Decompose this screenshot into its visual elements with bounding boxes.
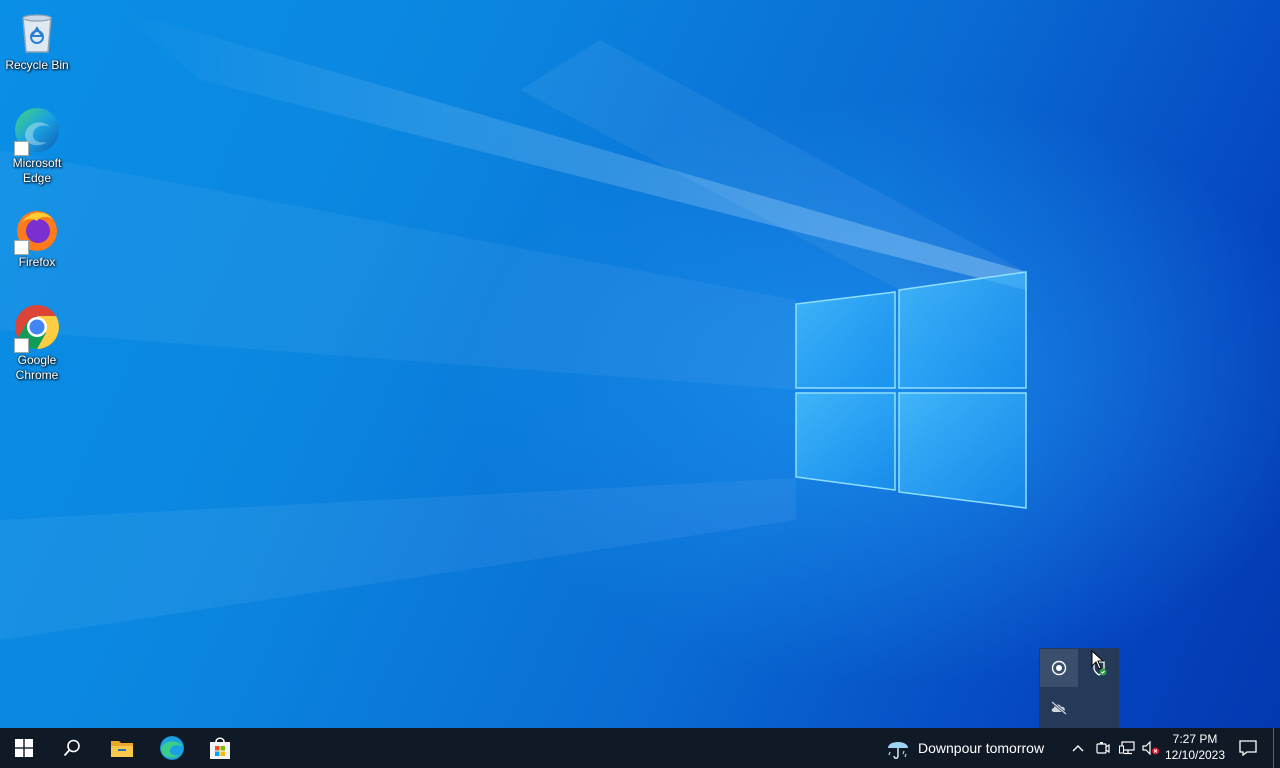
chevron-up-icon bbox=[1072, 745, 1084, 752]
desktop-icon-microsoft-edge[interactable]: Microsoft Edge bbox=[2, 106, 72, 186]
record-icon[interactable] bbox=[1040, 649, 1078, 687]
desktop-background[interactable]: Recycle Bin Microsoft Edge Firefox Googl… bbox=[0, 0, 1280, 728]
desktop-icon-label: Microsoft Edge bbox=[12, 156, 62, 185]
tray-overflow-flyout bbox=[1039, 648, 1119, 728]
notification-icon bbox=[1239, 740, 1257, 756]
onedrive-offline-icon[interactable] bbox=[1040, 689, 1078, 727]
file-explorer-icon bbox=[111, 741, 133, 757]
network-icon bbox=[1119, 741, 1135, 755]
desktop-icon-label: Firefox bbox=[18, 255, 56, 269]
start-button[interactable] bbox=[0, 728, 48, 768]
recycle-bin-icon bbox=[13, 8, 61, 56]
desktop-icon-google-chrome[interactable]: Google Chrome bbox=[2, 303, 72, 383]
firefox-icon bbox=[13, 205, 61, 255]
shortcut-arrow-icon bbox=[14, 240, 29, 255]
meet-now-button[interactable] bbox=[1091, 728, 1115, 768]
desktop-icon-firefox[interactable]: Firefox bbox=[2, 205, 72, 270]
mouse-cursor-icon bbox=[1091, 650, 1105, 670]
desktop-icon-label: Google Chrome bbox=[15, 353, 59, 382]
meet-now-icon bbox=[1096, 742, 1110, 754]
taskbar-file-explorer[interactable] bbox=[98, 728, 146, 768]
chrome-icon bbox=[13, 303, 61, 353]
network-button[interactable] bbox=[1115, 728, 1139, 768]
taskbar-edge[interactable] bbox=[148, 728, 196, 768]
taskbar-clock[interactable]: 7:27 PM 12/10/2023 bbox=[1160, 731, 1230, 763]
show-desktop-button[interactable] bbox=[1273, 728, 1280, 768]
show-hidden-icons-button[interactable] bbox=[1066, 728, 1090, 768]
search-icon bbox=[63, 739, 80, 757]
weather-text: Downpour tomorrow bbox=[918, 740, 1045, 756]
umbrella-rain-icon bbox=[888, 742, 908, 759]
shortcut-arrow-icon bbox=[14, 338, 29, 353]
microsoft-store-icon bbox=[210, 737, 230, 759]
desktop-icon-recycle-bin[interactable]: Recycle Bin bbox=[2, 8, 72, 73]
windows-logo-wallpaper bbox=[795, 271, 1027, 509]
action-center-button[interactable] bbox=[1232, 728, 1264, 768]
volume-muted-icon bbox=[1142, 741, 1159, 755]
clock-date: 12/10/2023 bbox=[1164, 748, 1226, 762]
taskbar: Downpour tomorrow 7:27 PM 12/10/2023 bbox=[0, 728, 1280, 768]
clock-time: 7:27 PM bbox=[1172, 732, 1218, 746]
windows-start-icon bbox=[15, 739, 33, 757]
wallpaper-light-beams bbox=[0, 10, 1027, 640]
shortcut-arrow-icon bbox=[14, 141, 29, 156]
search-button[interactable] bbox=[48, 728, 96, 768]
edge-icon bbox=[13, 106, 61, 156]
edge-icon bbox=[160, 736, 184, 760]
taskbar-microsoft-store[interactable] bbox=[196, 728, 244, 768]
weather-widget[interactable]: Downpour tomorrow bbox=[886, 728, 1044, 768]
desktop-icon-label: Recycle Bin bbox=[5, 58, 69, 72]
